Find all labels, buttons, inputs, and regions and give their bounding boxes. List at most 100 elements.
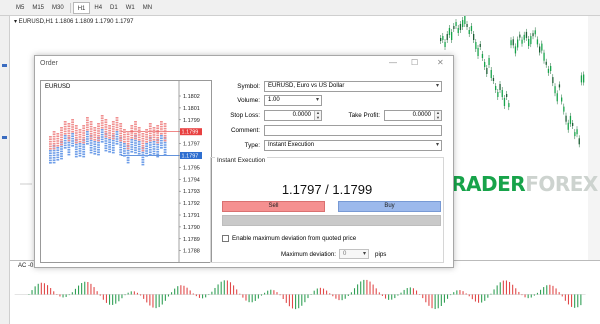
ac-bar [71, 292, 73, 295]
bid-tick [111, 139, 115, 142]
buy-button[interactable]: Buy [338, 201, 441, 212]
candle-body [462, 20, 464, 27]
bid-tick [89, 139, 93, 142]
bid-tick [115, 135, 119, 138]
timeframe-m30[interactable]: M30 [48, 2, 68, 14]
ask-tick [104, 131, 108, 133]
bid-tick [145, 145, 148, 147]
ac-bar [189, 290, 191, 295]
ac-bar [487, 294, 489, 298]
ask-tick [60, 129, 63, 131]
bid-tick [63, 147, 67, 149]
timeframe-w1[interactable]: W1 [122, 2, 139, 14]
bid-tick [60, 150, 63, 153]
ac-bar [198, 294, 201, 298]
bid-tick [52, 157, 56, 159]
timeframe-mn[interactable]: MN [139, 2, 156, 14]
candle-body [545, 61, 547, 65]
spinner-icon[interactable]: ▲ ▼ [314, 111, 321, 120]
bid-tick [145, 152, 148, 155]
ac-bar [121, 294, 123, 299]
ac-bar [31, 290, 33, 295]
ac-bar [84, 281, 86, 295]
ac-indicator-panel[interactable] [10, 260, 600, 324]
ask-tick [56, 142, 60, 145]
ac-bar [540, 289, 542, 295]
candle-body [510, 40, 512, 46]
bid-tick [111, 142, 115, 144]
candle-body [536, 39, 539, 45]
ac-bar [155, 294, 157, 309]
type-select[interactable]: Instant Execution ▾ [264, 140, 442, 151]
max-deviation-input[interactable]: 0 ▾ [339, 249, 369, 259]
bid-tick [160, 139, 163, 142]
ac-bar [239, 293, 241, 295]
bid-tick [52, 152, 56, 154]
ask-tick [60, 131, 63, 134]
candle-body [466, 24, 468, 27]
timeframe-m5[interactable]: M5 [12, 2, 28, 14]
ask-tick [141, 135, 145, 137]
max-deviation-checkbox[interactable] [222, 235, 229, 242]
ac-bar [471, 294, 473, 300]
ask-tick [67, 137, 71, 139]
minimize-icon[interactable]: — [389, 58, 397, 67]
ac-bar [149, 294, 151, 306]
ac-bar [446, 294, 449, 299]
ac-bar [177, 286, 179, 295]
maximize-icon[interactable]: ☐ [411, 58, 418, 67]
ac-bar [214, 287, 216, 295]
timeframe-d1[interactable]: D1 [106, 2, 122, 14]
bid-tick [126, 161, 130, 164]
comment-input[interactable] [264, 125, 442, 136]
ac-bar [329, 293, 331, 295]
volume-select[interactable]: 1.00 ▾ [264, 95, 322, 106]
ask-tick [156, 127, 160, 129]
bid-tick [93, 143, 97, 145]
ac-bar [344, 294, 346, 299]
ask-tick [115, 126, 119, 129]
bid-tick [52, 161, 56, 164]
bid-tick [56, 151, 60, 154]
ask-tick [156, 137, 160, 139]
ac-bar [254, 294, 256, 301]
ask-tick [137, 129, 141, 131]
ask-tick [56, 140, 60, 142]
bid-tick [123, 143, 126, 145]
timeframe-m15[interactable]: M15 [28, 2, 48, 14]
bid-tick [130, 146, 134, 148]
bid-tick [160, 147, 163, 149]
ask-tick [119, 132, 123, 135]
candle-body [567, 122, 569, 130]
timeframe-h1[interactable]: H1 [72, 1, 91, 14]
ask-tick [93, 127, 97, 129]
timeframe-h4[interactable]: H4 [90, 2, 106, 14]
sell-button[interactable]: Sell [222, 201, 325, 212]
ask-tick [141, 133, 145, 135]
ac-bar [37, 283, 39, 295]
symbol-select[interactable]: EURUSD, Euro vs US Dollar ▾ [264, 81, 442, 92]
ac-bar [543, 287, 545, 295]
bid-tick [71, 135, 74, 137]
ask-tick [49, 145, 52, 148]
stop-loss-input[interactable]: 0.0000 ▲ ▼ [264, 110, 322, 121]
ac-bar [164, 294, 166, 301]
ask-tick [89, 128, 93, 130]
ask-tick [78, 129, 82, 131]
ac-bar [440, 294, 442, 307]
ask-tick [123, 136, 126, 138]
ask-tick [52, 131, 56, 133]
symbol-value: EURUSD, Euro vs US Dollar [268, 83, 345, 89]
ac-bar [415, 290, 418, 295]
ask-tick [134, 123, 137, 125]
ac-bar [409, 287, 411, 295]
ask-tick [56, 137, 60, 140]
disabled-action-button[interactable] [222, 215, 441, 226]
ac-bar [223, 280, 225, 295]
candle-body [464, 16, 466, 24]
spinner-icon[interactable]: ▲ ▼ [434, 111, 441, 120]
candle-body [444, 42, 446, 47]
close-icon[interactable]: ✕ [437, 58, 444, 67]
max-deviation-checkbox-label: Enable maximum deviation from quoted pri… [232, 235, 357, 242]
take-profit-input[interactable]: 0.0000 ▲ ▼ [384, 110, 442, 121]
